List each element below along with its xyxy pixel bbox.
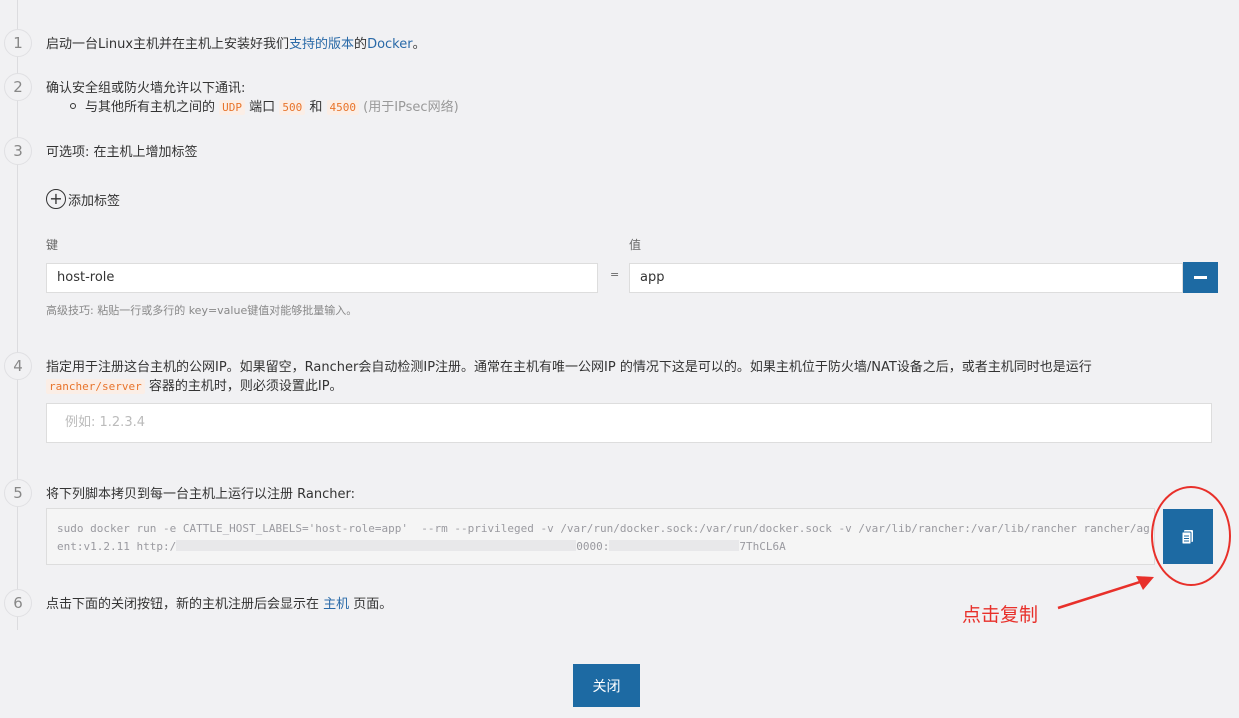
annotation-circle [1151,486,1231,586]
step6-post: 页面。 [349,597,393,612]
script-part-c: 7ThCL6A [739,540,786,553]
step1-pre: 启动一台Linux主机并在主机上安装好我们 [46,37,290,52]
script-part-b: 0000: [576,540,610,553]
value-label: 值 [629,238,642,252]
close-button[interactable]: 关闭 [573,664,640,707]
step-number-4: 4 [4,352,32,380]
step1-post: 。 [412,37,426,52]
script-line-1: sudo docker run -e CATTLE_HOST_LABELS='h… [57,522,1150,535]
step-number-3: 3 [4,137,32,165]
step6-pre: 点击下面的关闭按钮，新的主机注册后会显示在 [46,597,324,612]
step4-line1: 指定用于注册这台主机的公网IP。如果留空，Rancher会自动检测IP注册。通常… [46,360,1092,375]
and-word: 和 [309,100,323,115]
script-line-2: ent:v1.2.11 http:/ 0000: 7ThCL6A [57,538,1144,556]
port-4500-tag: 4500 [326,100,359,115]
annotation-text: 点击复制 [962,604,1039,626]
ipsec-note: (用于IPsec网络) [363,100,459,115]
step-number-5: 5 [4,479,32,507]
docker-link[interactable]: Docker [367,37,413,52]
redacted-block [176,540,577,551]
protocol-tag: UDP [219,100,246,115]
bullet-pre: 与其他所有主机之间的 [85,100,216,115]
add-label-button[interactable]: + 添加标签 [46,189,120,209]
port-500-tag: 500 [279,100,306,115]
supported-versions-link[interactable]: 支持的版本 [289,37,354,52]
step-number-2: 2 [4,73,32,101]
equals-sign: = [610,268,620,281]
script-part-a: ent:v1.2.11 http:/ [57,540,177,553]
step4-line2-text: 容器的主机时，则必须设置此IP。 [148,379,343,394]
key-label: 键 [46,238,59,252]
step6-text: 点击下面的关闭按钮，新的主机注册后会显示在 主机 页面。 [46,593,392,612]
step3-title: 可选项: 在主机上增加标签 [46,145,198,160]
step-number-1: 1 [4,29,32,57]
port-word: 端口 [249,100,276,115]
remove-label-button[interactable] [1183,262,1218,293]
add-label-text: 添加标签 [68,193,121,209]
hosts-page-link[interactable]: 主机 [323,597,349,612]
plus-circle-icon: + [46,189,66,209]
step5-title: 将下列脚本拷贝到每一台主机上运行以注册 Rancher: [46,487,355,502]
step4-line2: rancher/server 容器的主机时，则必须设置此IP。 [46,375,343,394]
label-key-input[interactable]: host-role [46,263,598,293]
step-number-6: 6 [4,589,32,617]
rancher-server-tag: rancher/server [46,379,145,394]
registration-script[interactable]: sudo docker run -e CATTLE_HOST_LABELS='h… [46,508,1155,565]
bullet-icon [70,103,76,109]
batch-input-hint: 高级技巧: 粘贴一行或多行的 key=value键值对能够批量输入。 [46,304,358,317]
step1-text: 启动一台Linux主机并在主机上安装好我们支持的版本的Docker。 [46,33,426,52]
redacted-block [609,540,740,551]
annotation-arrow-icon [1057,576,1154,610]
step2-bullet: 与其他所有主机之间的 UDP 端口 500 和 4500 (用于IPsec网络) [70,96,459,115]
public-ip-input[interactable]: 例如: 1.2.3.4 [46,403,1212,443]
minus-icon [1194,276,1207,279]
label-value-input[interactable]: app [629,263,1183,293]
step1-mid: 的 [354,37,368,52]
step2-title: 确认安全组或防火墙允许以下通讯: [46,81,246,96]
